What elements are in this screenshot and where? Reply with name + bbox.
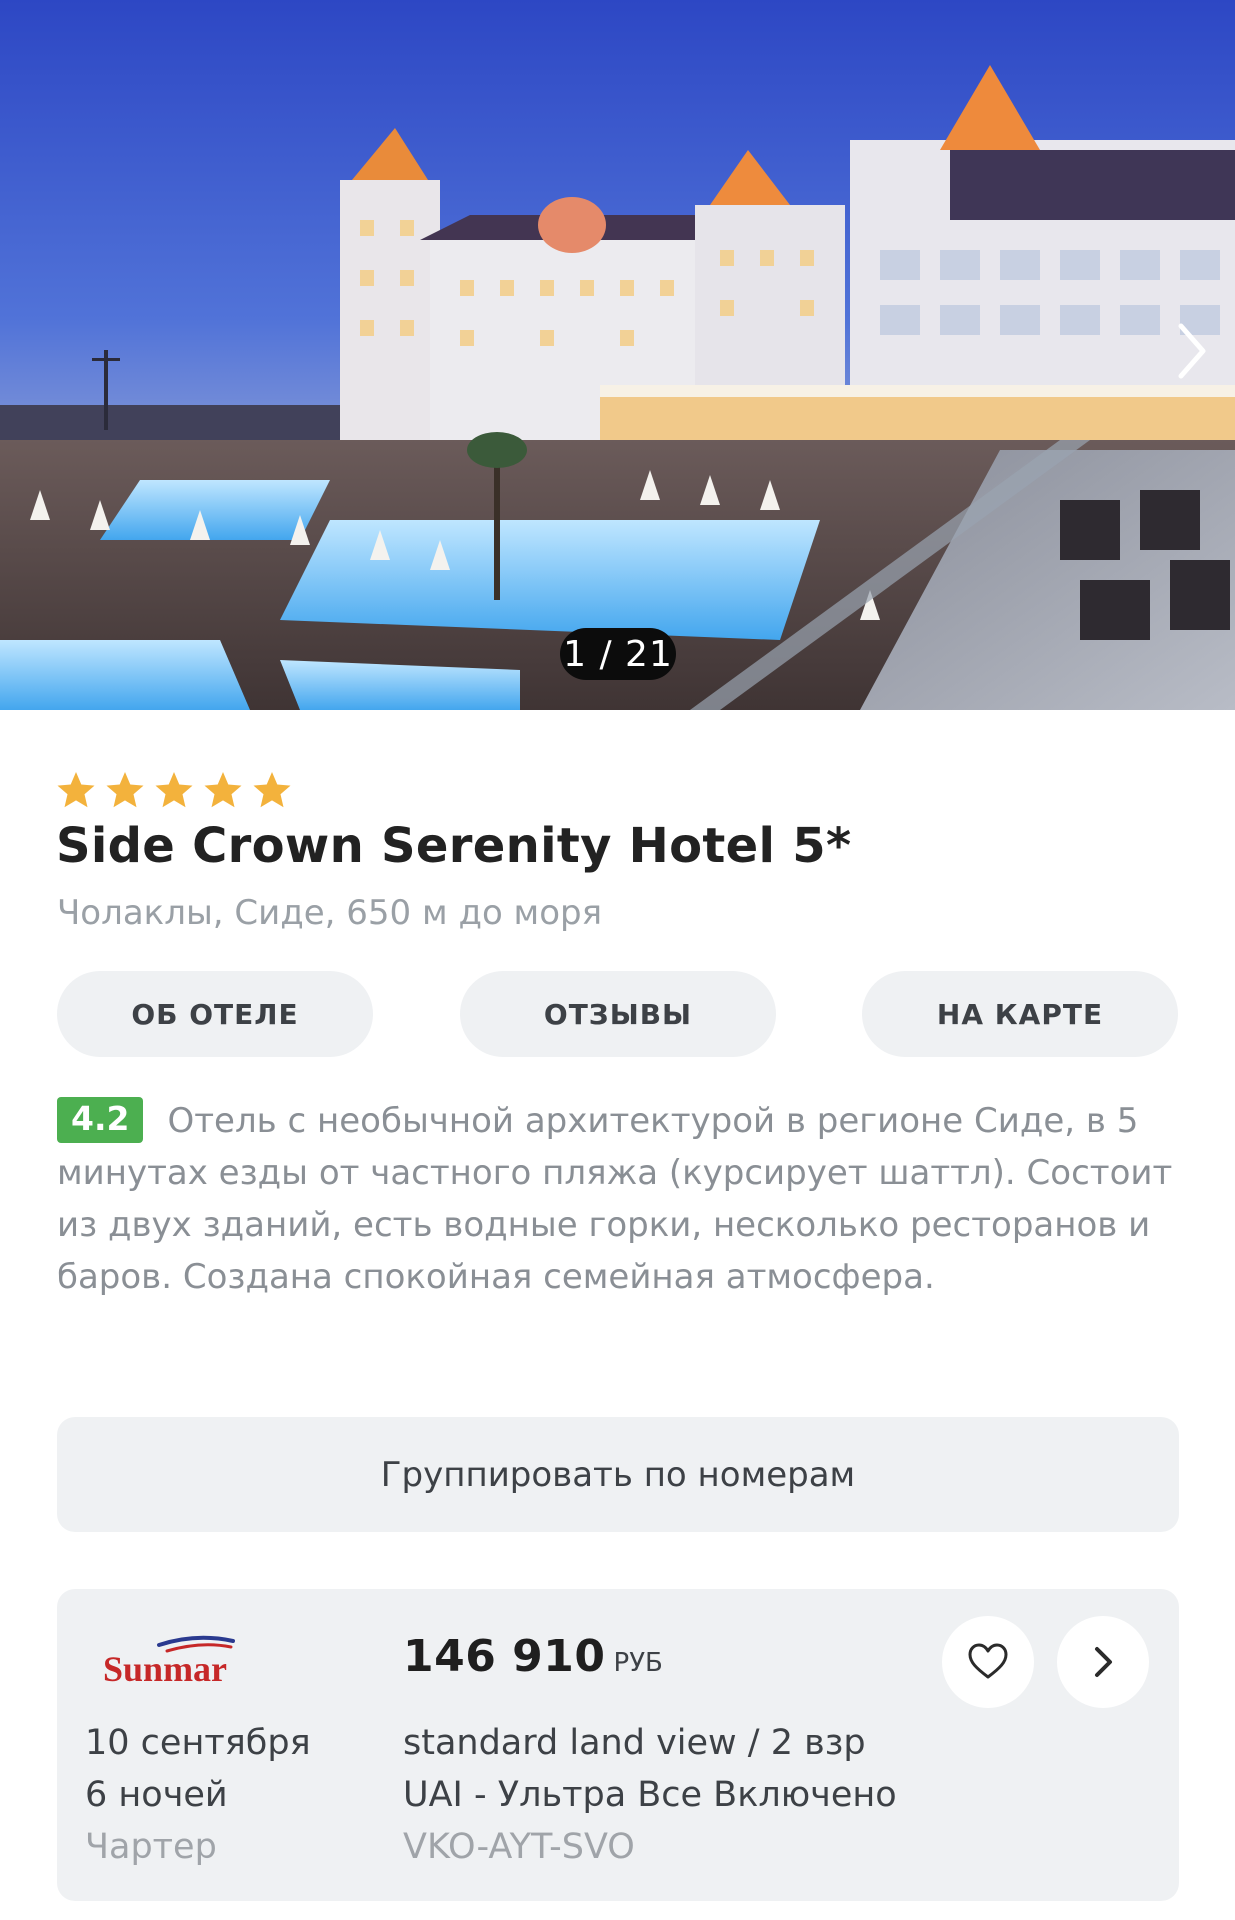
offer-flight-type: Чартер	[85, 1827, 217, 1867]
tab-about-hotel[interactable]: ОБ ОТЕЛЕ	[57, 971, 373, 1057]
offer-nights: 6 ночей	[85, 1775, 228, 1815]
star-rating	[56, 770, 292, 810]
tab-on-map[interactable]: НА КАРТЕ	[862, 971, 1178, 1057]
offer-room: standard land view / 2 взр	[403, 1723, 866, 1763]
description-text: Отель с необычной архитектурой в регионе…	[57, 1101, 1173, 1297]
operator-logo-text: Sunmar	[103, 1649, 227, 1687]
star-icon	[253, 772, 291, 808]
tab-reviews[interactable]: ОТЗЫВЫ	[460, 971, 776, 1057]
hotel-description: 4.2 Отель с необычной архитектурой в реги…	[57, 1095, 1182, 1303]
rating-badge: 4.2	[57, 1097, 144, 1143]
offer-route: VKO-AYT-SVO	[403, 1827, 635, 1867]
hotel-name: Side Crown Serenity Hotel 5*	[56, 818, 852, 874]
favorite-button[interactable]	[942, 1616, 1034, 1708]
offer-details: standard land view / 2 взр UAI - Ультра …	[403, 1717, 897, 1873]
hotel-photo-gallery[interactable]: 1 / 21	[0, 0, 1235, 710]
group-by-rooms-button[interactable]: Группировать по номерам	[57, 1417, 1179, 1532]
star-icon	[106, 772, 144, 808]
chevron-right-icon	[1095, 1647, 1112, 1677]
photo-counter: 1 / 21	[560, 628, 676, 680]
star-icon	[204, 772, 242, 808]
heart-icon	[968, 1643, 1008, 1679]
hotel-photo	[0, 0, 1235, 710]
chevron-right-icon	[1178, 323, 1206, 379]
price-amount: 146 910	[403, 1631, 606, 1682]
star-icon	[155, 772, 193, 808]
price-currency: РУБ	[613, 1648, 663, 1678]
offer-dates: 10 сентября 6 ночей Чартер	[85, 1717, 311, 1873]
sunmar-logo: Sunmar	[103, 1635, 235, 1687]
hotel-location: Чолаклы, Сиде, 650 м до моря	[57, 893, 603, 933]
offer-date: 10 сентября	[85, 1723, 311, 1763]
gallery-next-button[interactable]	[1167, 318, 1217, 384]
operator-logo: Sunmar	[101, 1631, 251, 1687]
offer-details-button[interactable]	[1057, 1616, 1149, 1708]
offer-price: 146 910 РУБ	[403, 1631, 663, 1682]
star-icon	[57, 772, 95, 808]
tour-offer-card[interactable]: Sunmar 10 сентября 6 ночей Чартер 146 91…	[57, 1589, 1179, 1901]
offer-meal: UAI - Ультра Все Включено	[403, 1775, 897, 1815]
hotel-tabs: ОБ ОТЕЛЕ ОТЗЫВЫ НА КАРТЕ	[57, 971, 1178, 1057]
